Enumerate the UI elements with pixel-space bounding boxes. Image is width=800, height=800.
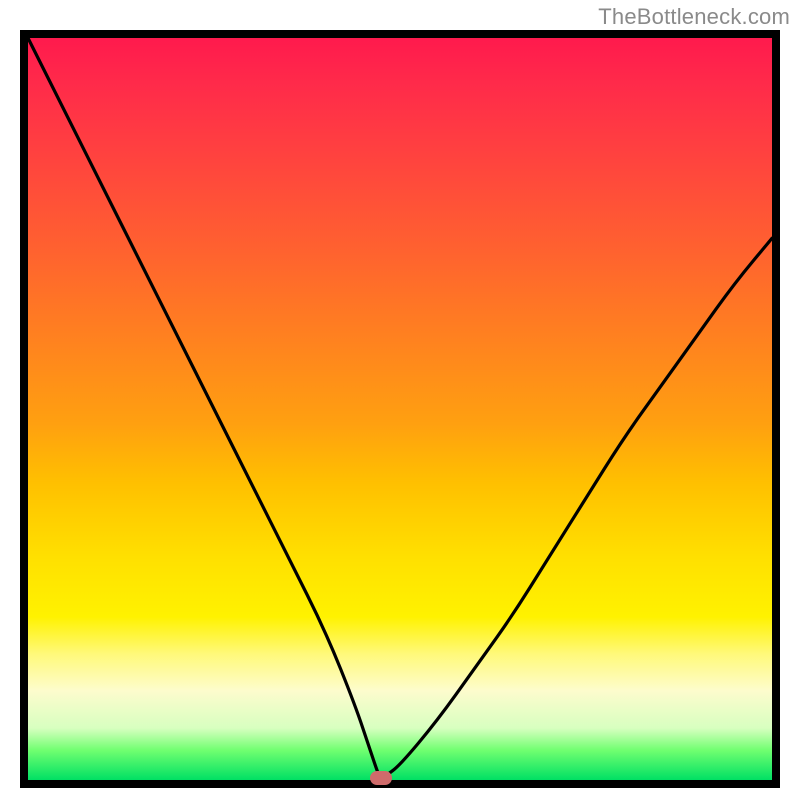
bottleneck-curve-path: [28, 38, 772, 779]
watermark-text: TheBottleneck.com: [598, 4, 790, 30]
bottleneck-curve-svg: [28, 38, 772, 780]
minimum-marker: [370, 771, 392, 785]
chart-frame: [20, 30, 780, 788]
